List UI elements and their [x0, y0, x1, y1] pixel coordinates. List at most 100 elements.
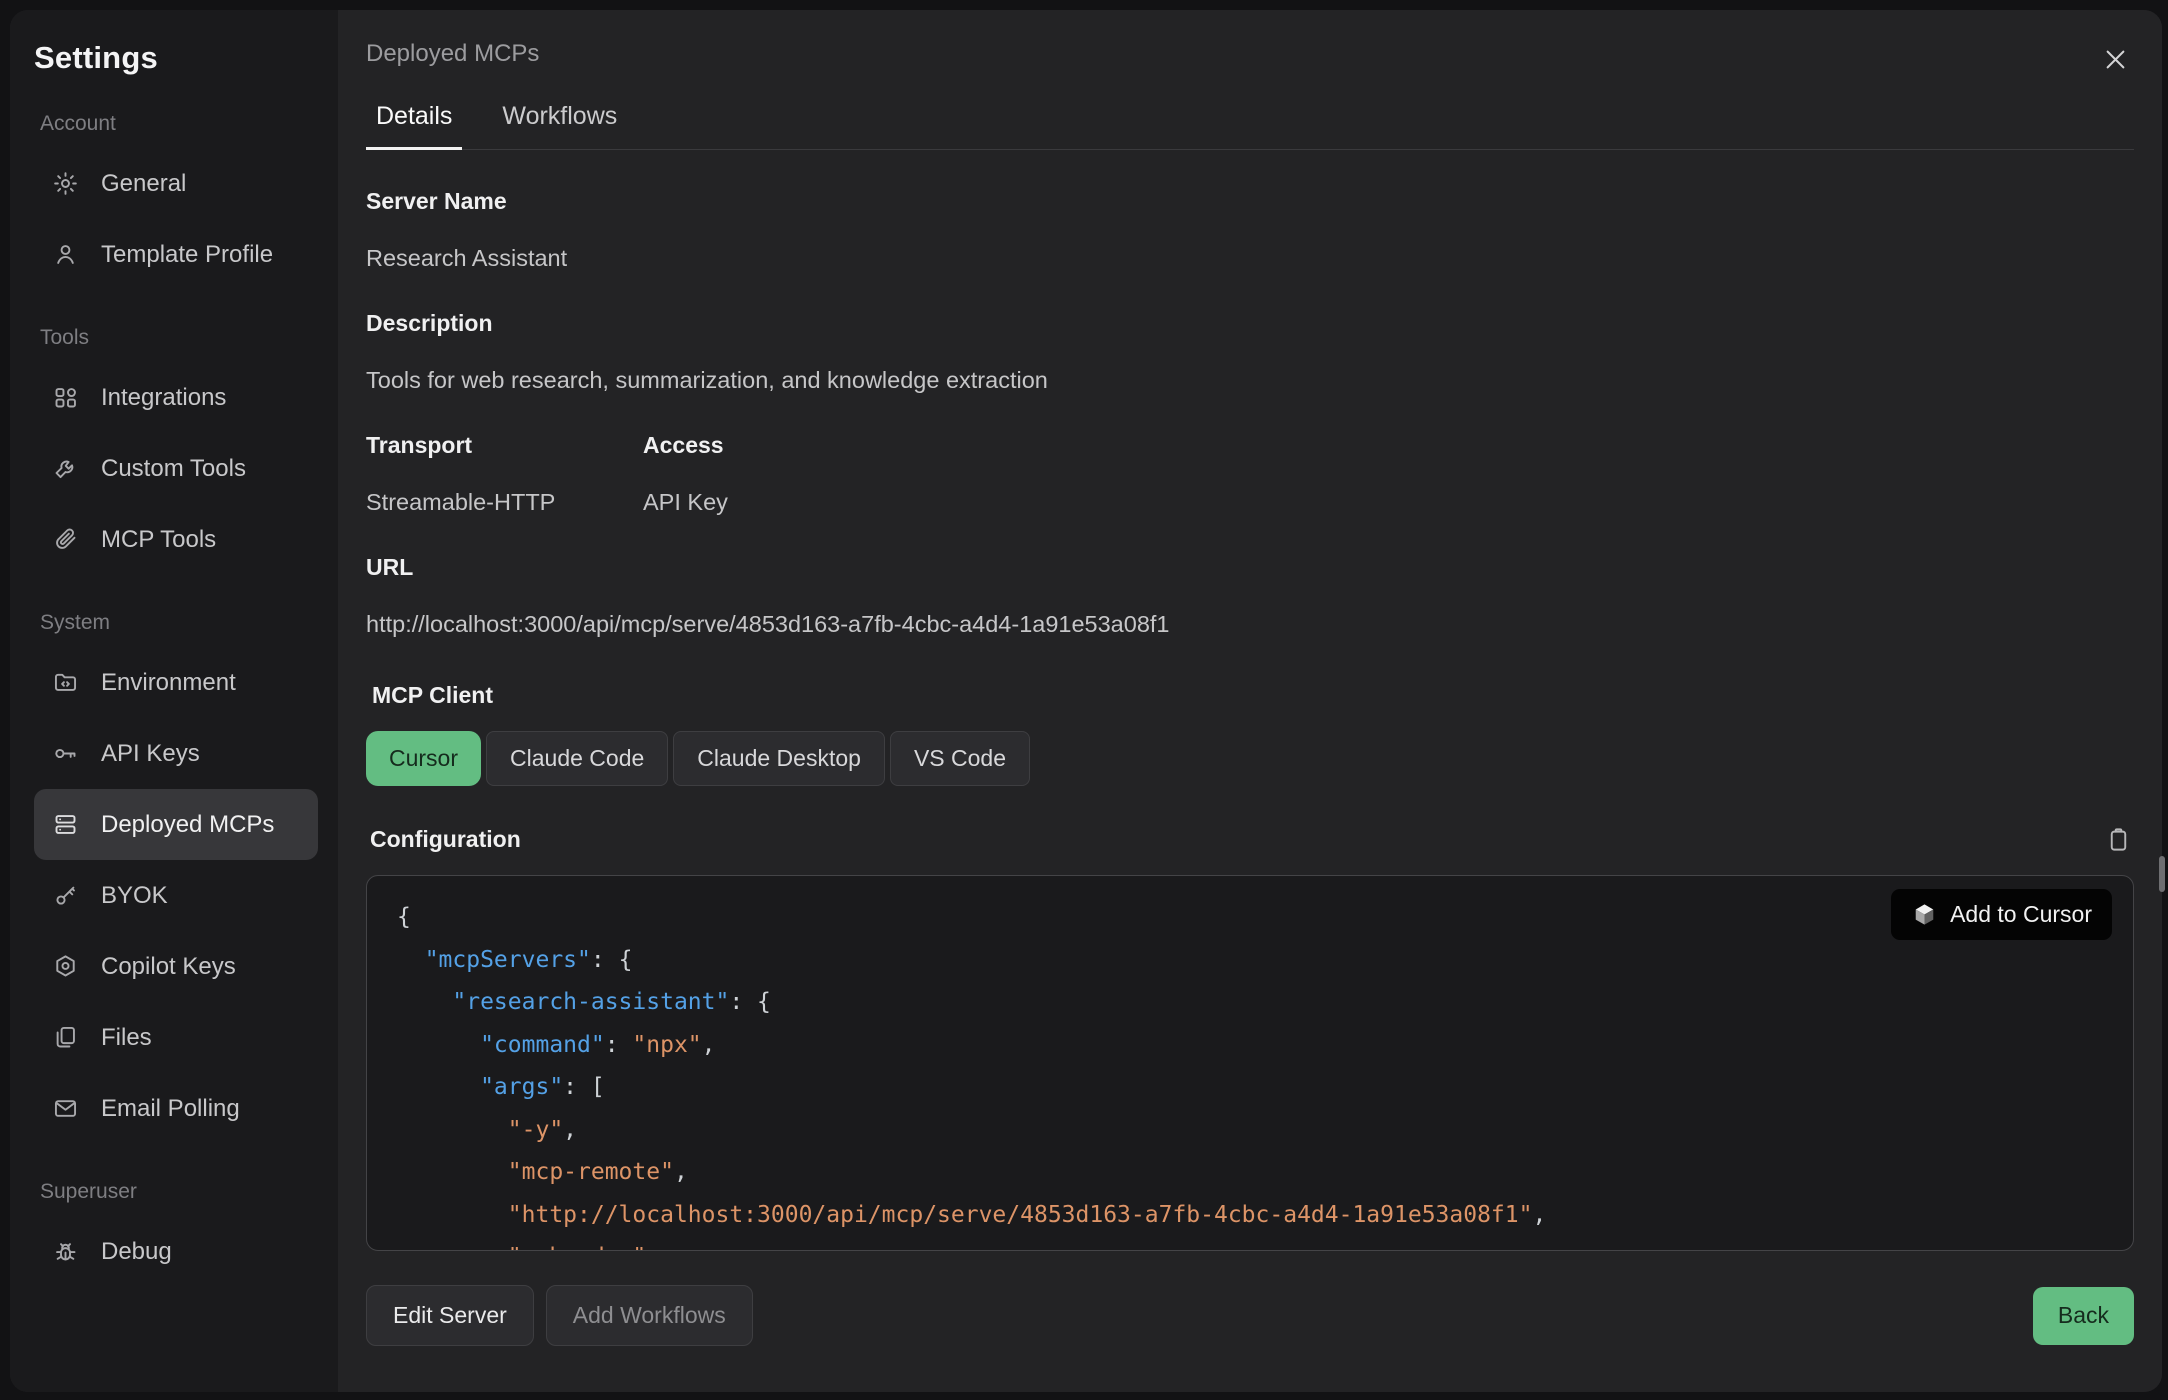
code-token: "http://localhost:3000/api/mcp/serve/485… — [397, 1202, 1532, 1228]
code-line: "-y", — [397, 1109, 2103, 1152]
code-token: "-y" — [397, 1117, 563, 1143]
transport-access-row: Transport Streamable-HTTP Access API Key — [366, 394, 2134, 516]
sidebar-item-debug[interactable]: Debug — [34, 1216, 318, 1287]
blocks-icon — [52, 384, 79, 411]
code-token: , — [702, 1032, 716, 1058]
server-name-label: Server Name — [366, 188, 2134, 215]
url-label: URL — [366, 554, 2134, 581]
bug-icon — [52, 1238, 79, 1265]
code-line: "mcp-remote", — [397, 1151, 2103, 1194]
code-token: : { — [591, 947, 633, 973]
transport-label: Transport — [366, 432, 643, 459]
client-option-claude-desktop[interactable]: Claude Desktop — [673, 731, 885, 786]
code-line: "command": "npx", — [397, 1024, 2103, 1067]
section-label-superuser: Superuser — [40, 1180, 318, 1204]
code-token: "--header" — [397, 1244, 646, 1251]
description-value: Tools for web research, summarization, a… — [366, 367, 2134, 394]
scrollbar-thumb[interactable] — [2159, 856, 2165, 892]
code-line: "http://localhost:3000/api/mcp/serve/485… — [397, 1194, 2103, 1237]
code-token: : [ — [563, 1074, 605, 1100]
code-line: "--header" — [397, 1236, 2103, 1251]
close-icon[interactable] — [2098, 42, 2132, 76]
sidebar-item-custom-tools[interactable]: Custom Tools — [34, 433, 318, 504]
edit-server-button[interactable]: Edit Server — [366, 1285, 534, 1346]
client-option-vs-code[interactable]: VS Code — [890, 731, 1030, 786]
code-token: , — [1532, 1202, 1546, 1228]
folder-code-icon — [52, 669, 79, 696]
configuration-code-block[interactable]: { "mcpServers": { "research-assistant": … — [366, 875, 2134, 1251]
section-label-account: Account — [40, 112, 318, 136]
code-token: "args" — [397, 1074, 563, 1100]
sidebar-item-label: Template Profile — [101, 241, 273, 269]
tab-bar: Details Workflows — [366, 102, 2134, 150]
settings-sidebar: Settings Account General Template Profil… — [10, 10, 338, 1392]
code-token: "npx" — [632, 1032, 701, 1058]
sidebar-item-label: Custom Tools — [101, 455, 246, 483]
add-to-cursor-button[interactable]: Add to Cursor — [1891, 889, 2112, 940]
code-token: : — [605, 1032, 633, 1058]
code-token: { — [397, 904, 411, 930]
sidebar-item-byok[interactable]: BYOK — [34, 860, 318, 931]
code-token: "command" — [397, 1032, 605, 1058]
code-line: "mcpServers": { — [397, 939, 2103, 982]
transport-value: Streamable-HTTP — [366, 489, 643, 516]
sidebar-item-label: Integrations — [101, 384, 226, 412]
paperclip-icon — [52, 526, 79, 553]
configuration-row: Configuration — [366, 826, 2134, 853]
section-label-system: System — [40, 611, 318, 635]
code-line: "args": [ — [397, 1066, 2103, 1109]
settings-dialog: Settings Account General Template Profil… — [10, 10, 2162, 1392]
client-option-cursor[interactable]: Cursor — [366, 731, 481, 786]
code-token: "mcp-remote" — [397, 1159, 674, 1185]
wrench-icon — [52, 455, 79, 482]
code-line: { — [397, 896, 2103, 939]
server-name-value: Research Assistant — [366, 245, 2134, 272]
code-token: , — [563, 1117, 577, 1143]
sidebar-item-integrations[interactable]: Integrations — [34, 362, 318, 433]
tab-workflows[interactable]: Workflows — [492, 102, 627, 150]
sidebar-item-copilot-keys[interactable]: Copilot Keys — [34, 931, 318, 1002]
cursor-logo-icon — [1911, 901, 1938, 928]
sidebar-item-mcp-tools[interactable]: MCP Tools — [34, 504, 318, 575]
code-token: "research-assistant" — [397, 989, 729, 1015]
mcp-client-selector: Cursor Claude Code Claude Desktop VS Cod… — [366, 731, 2134, 786]
access-label: Access — [643, 432, 728, 459]
client-option-claude-code[interactable]: Claude Code — [486, 731, 668, 786]
key-angled-icon — [52, 882, 79, 909]
footer-actions: Edit Server Add Workflows Back — [366, 1285, 2134, 1346]
configuration-label: Configuration — [370, 826, 521, 853]
hexagon-icon — [52, 953, 79, 980]
sidebar-item-template-profile[interactable]: Template Profile — [34, 219, 318, 290]
code-token: "mcpServers" — [397, 947, 591, 973]
sidebar-item-files[interactable]: Files — [34, 1002, 318, 1073]
description-label: Description — [366, 310, 2134, 337]
tab-details[interactable]: Details — [366, 102, 462, 150]
sidebar-item-label: MCP Tools — [101, 526, 216, 554]
gear-icon — [52, 170, 79, 197]
code-token: : { — [729, 989, 771, 1015]
sidebar-item-label: Files — [101, 1024, 152, 1052]
sidebar-item-label: Deployed MCPs — [101, 811, 274, 839]
server-icon — [52, 811, 79, 838]
sidebar-item-label: Email Polling — [101, 1095, 240, 1123]
sidebar-title: Settings — [34, 40, 318, 76]
files-icon — [52, 1024, 79, 1051]
sidebar-item-label: Copilot Keys — [101, 953, 236, 981]
sidebar-item-label: General — [101, 170, 186, 198]
copy-icon[interactable] — [2105, 826, 2132, 853]
panel-title: Deployed MCPs — [366, 40, 2134, 68]
sidebar-item-api-keys[interactable]: API Keys — [34, 718, 318, 789]
mcp-client-label: MCP Client — [372, 682, 2134, 709]
mail-icon — [52, 1095, 79, 1122]
sidebar-item-email-polling[interactable]: Email Polling — [34, 1073, 318, 1144]
user-icon — [52, 241, 79, 268]
code-token: , — [674, 1159, 688, 1185]
access-value: API Key — [643, 489, 728, 516]
key-icon — [52, 740, 79, 767]
back-button[interactable]: Back — [2033, 1287, 2134, 1345]
sidebar-item-deployed-mcps[interactable]: Deployed MCPs — [34, 789, 318, 860]
sidebar-item-general[interactable]: General — [34, 148, 318, 219]
sidebar-item-label: Environment — [101, 669, 236, 697]
add-workflows-button[interactable]: Add Workflows — [546, 1285, 753, 1346]
sidebar-item-environment[interactable]: Environment — [34, 647, 318, 718]
